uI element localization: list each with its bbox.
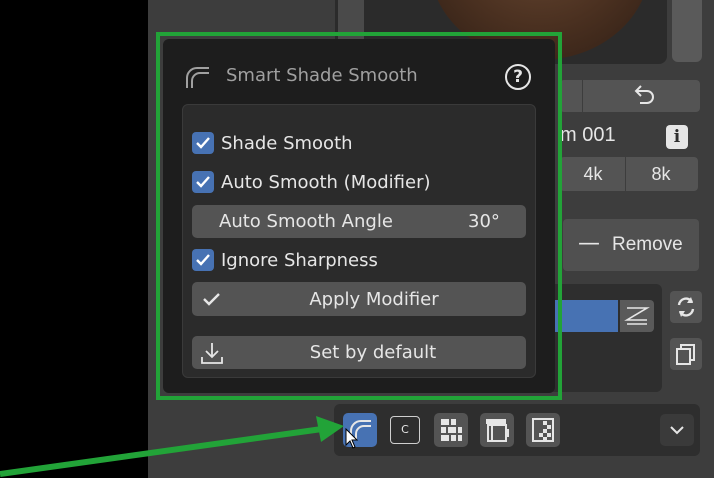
resolution-8k-button[interactable]: 8k	[626, 157, 696, 191]
undo-icon[interactable]	[628, 82, 658, 110]
grid-button[interactable]	[434, 413, 468, 447]
chevron-down-icon	[670, 426, 684, 435]
refresh-button[interactable]	[670, 291, 702, 323]
auto-smooth-angle-label: Auto Smooth Angle	[219, 211, 393, 232]
checker-icon	[532, 418, 554, 442]
auto-smooth-label: Auto Smooth (Modifier)	[221, 172, 431, 193]
popup-title: Smart Shade Smooth	[226, 65, 418, 86]
auto-smooth-checkbox[interactable]	[192, 171, 214, 193]
film-icon	[486, 419, 509, 442]
info-icon[interactable]: i	[666, 125, 688, 149]
ignore-sharpness-checkbox[interactable]	[192, 249, 214, 271]
checker-button[interactable]	[526, 413, 560, 447]
shade-smooth-checkbox[interactable]	[192, 132, 214, 154]
expand-button[interactable]	[660, 414, 694, 446]
checkbox-check-icon	[196, 137, 210, 149]
ignore-sharpness-label: Ignore Sharpness	[221, 250, 378, 271]
refresh-icon	[677, 297, 695, 317]
edit-slot-button[interactable]	[620, 300, 654, 332]
copy-button[interactable]	[670, 338, 702, 370]
minus-icon: —	[578, 231, 600, 256]
arrow-annotation	[0, 416, 344, 477]
apply-modifier-label: Apply Modifier	[309, 289, 439, 310]
asset-name: m 001	[560, 124, 616, 146]
set-by-default-label: Set by default	[309, 342, 437, 363]
film-button[interactable]	[480, 413, 514, 447]
divider	[582, 80, 583, 112]
resolution-4k-button[interactable]: 4k	[561, 157, 625, 191]
scrollbar[interactable]	[672, 0, 702, 62]
checkbox-check-icon	[196, 254, 210, 266]
c-button[interactable]: C	[390, 416, 420, 444]
smooth-curve-icon	[184, 64, 212, 90]
checkbox-check-icon	[196, 176, 210, 188]
help-icon[interactable]: ?	[505, 64, 531, 90]
shade-smooth-label: Shade Smooth	[221, 133, 353, 154]
remove-label: Remove	[612, 234, 683, 255]
grid-icon	[441, 419, 462, 441]
auto-smooth-angle-value: 30°	[468, 211, 500, 232]
copy-icon	[676, 344, 695, 365]
